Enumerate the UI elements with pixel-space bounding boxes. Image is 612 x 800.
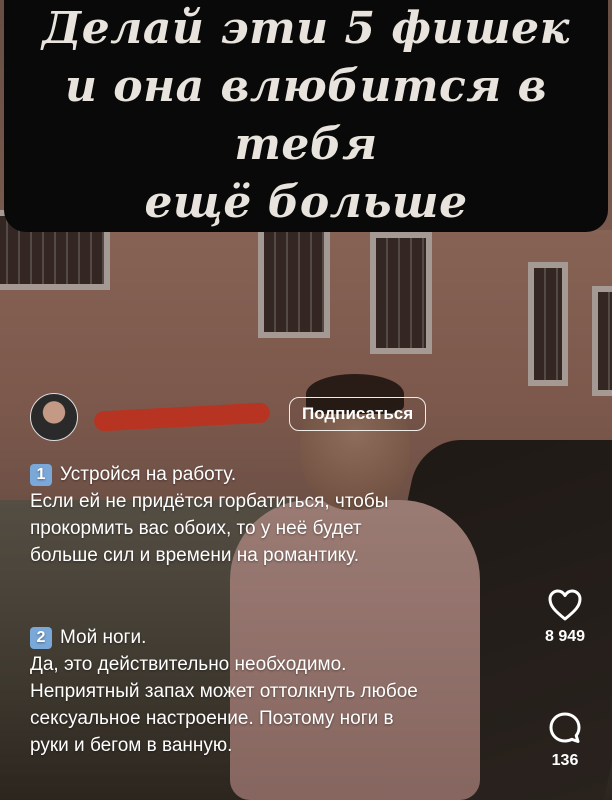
tip-1-line: больше сил и времени на романтику. (30, 545, 360, 566)
subscribe-button[interactable]: Подписаться (289, 397, 427, 431)
username-redacted[interactable] (93, 402, 271, 432)
comment-icon[interactable] (547, 710, 583, 746)
tip-2-line: руки и бегом в ванную. (30, 735, 233, 756)
tip-1-heading: 1 Устройся на работу. (30, 461, 500, 488)
tip-2-line: Неприятный запах может оттолкнуть любое (30, 681, 418, 702)
number-badge: 1 (30, 464, 52, 486)
tip-2-line: Да, это действительно необходимо. (30, 654, 347, 675)
tip-2-heading: 2 Мой ноги. (30, 624, 500, 651)
tip-1-line: прокормить вас обоих, то у неё будет (30, 518, 362, 539)
heart-icon[interactable] (547, 588, 583, 622)
number-badge: 2 (30, 627, 52, 649)
title-banner: Делай эти 5 фишек и она влюбится в тебя … (4, 0, 608, 232)
likes-count: 8 949 (544, 628, 586, 645)
tip-1-line: Если ей не придётся горбатиться, чтобы (30, 491, 389, 512)
comments-count: 136 (551, 752, 579, 769)
tip-2-line: сексуальное настроение. Поэтому ноги в (30, 708, 394, 729)
caption-tip-1: 1 Устройся на работу. Если ей не придётся… (30, 461, 500, 569)
profile-row (30, 393, 271, 441)
like-action[interactable]: 8 949 (535, 588, 595, 646)
title-line-2: и она влюбится в тебя (64, 61, 548, 170)
avatar[interactable] (30, 393, 78, 441)
tip-heading-text: Мой ноги. (60, 627, 147, 648)
caption-tip-2: 2 Мой ноги. Да, это действительно необход… (30, 624, 500, 759)
title-line-1: Делай эти 5 фишек (42, 3, 570, 54)
tip-heading-text: Устройся на работу. (60, 464, 237, 485)
comment-action[interactable]: 136 (535, 710, 595, 770)
title-line-3: ещё больше (144, 177, 468, 228)
